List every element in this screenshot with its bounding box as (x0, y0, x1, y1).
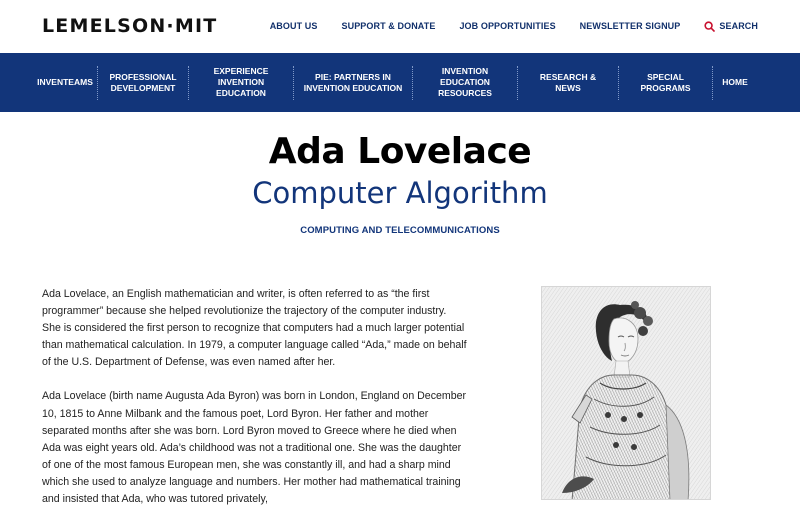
newsletter-signup-link[interactable]: NEWSLETTER SIGNUP (580, 20, 681, 32)
main-navigation: INVENTEAMS PROFESSIONAL DEVELOPMENT EXPE… (0, 53, 800, 112)
nav-home[interactable]: HOME (713, 66, 757, 100)
ada-lovelace-portrait (541, 286, 711, 500)
article-paragraph: Ada Lovelace, an English mathematician a… (42, 288, 467, 369)
portrait-engraving (542, 287, 710, 499)
utility-nav: ABOUT US SUPPORT & DONATE JOB OPPORTUNIT… (270, 20, 758, 32)
about-us-link[interactable]: ABOUT US (270, 20, 318, 32)
nav-invention-education-resources[interactable]: INVENTION EDUCATION RESOURCES (413, 66, 517, 100)
search-label: SEARCH (719, 21, 758, 31)
nav-pie-partners[interactable]: PIE: PARTNERS IN INVENTION EDUCATION (294, 66, 412, 100)
site-logo[interactable]: LEMELSON·MIT (42, 15, 217, 37)
inventor-name: Ada Lovelace (268, 131, 532, 172)
nav-inventeams[interactable]: INVENTEAMS (33, 66, 97, 100)
article-body: Ada Lovelace, an English mathematician a… (42, 286, 467, 525)
search-icon (704, 20, 716, 32)
nav-research-news[interactable]: RESEARCH & NEWS (518, 66, 618, 100)
nav-experience-invention-education[interactable]: EXPERIENCE INVENTION EDUCATION (189, 66, 293, 100)
article-paragraph: Ada Lovelace (birth name Augusta Ada Byr… (42, 390, 467, 506)
top-header: LEMELSON·MIT ABOUT US SUPPORT & DONATE J… (0, 0, 800, 53)
nav-special-programs[interactable]: SPECIAL PROGRAMS (619, 66, 712, 100)
search-button[interactable]: SEARCH (704, 20, 758, 32)
category-link[interactable]: COMPUTING AND TELECOMMUNICATIONS (0, 225, 800, 237)
support-donate-link[interactable]: SUPPORT & DONATE (342, 20, 436, 32)
nav-professional-development[interactable]: PROFESSIONAL DEVELOPMENT (98, 66, 188, 100)
job-opportunities-link[interactable]: JOB OPPORTUNITIES (459, 20, 555, 32)
invention-title: Computer Algorithm (252, 176, 548, 210)
